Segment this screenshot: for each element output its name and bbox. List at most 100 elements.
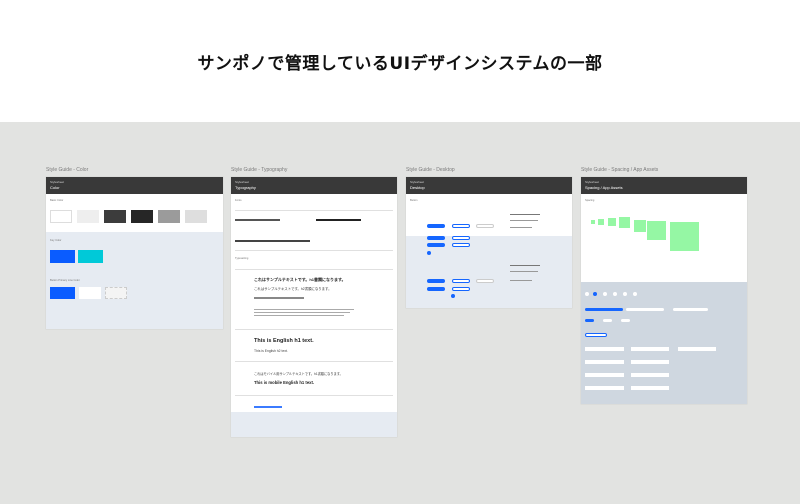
input-field[interactable] [585, 360, 624, 364]
section-key-label: Key Color [50, 239, 62, 242]
spacing-square [619, 217, 630, 228]
frame-header: Stylesheet Spacing / App Assets [581, 177, 747, 194]
frame-header: Stylesheet Color [46, 177, 223, 194]
font-sample-2 [316, 219, 361, 221]
frame-header-title: Desktop [410, 185, 425, 190]
jp-h2-sample: これはサンプルテキストです。h2書類になります。 [254, 287, 332, 291]
body-text-line [254, 315, 344, 317]
divider [235, 269, 393, 270]
text-line [510, 220, 538, 222]
secondary-button[interactable] [452, 287, 470, 291]
input-field[interactable] [678, 347, 716, 351]
frame-header-sub: Stylesheet [585, 180, 600, 184]
body-text-line [254, 309, 354, 311]
spacing-square [634, 220, 646, 232]
spacing-square [608, 218, 616, 226]
secondary-button[interactable] [452, 224, 470, 228]
spacing-square [591, 220, 595, 224]
spacing-square [598, 219, 604, 225]
frame-header-sub: Stylesheet [410, 180, 425, 184]
swatch-silver [185, 210, 207, 223]
frame-label-typography[interactable]: Style Guide - Typography [231, 167, 287, 173]
input-field[interactable] [585, 373, 624, 377]
font-sample-1 [235, 219, 280, 221]
icon-circle[interactable] [633, 292, 637, 296]
primary-button[interactable] [427, 287, 445, 291]
outline-button[interactable] [585, 333, 607, 337]
typography-lower-area [231, 412, 397, 437]
primary-button[interactable] [427, 279, 445, 283]
progress-bar [585, 308, 623, 311]
swatch-blue [50, 250, 75, 263]
body-text-line [254, 312, 350, 314]
primary-button[interactable] [427, 243, 445, 247]
input-bar[interactable] [626, 308, 664, 311]
text-line [510, 265, 540, 267]
frame-header: Stylesheet Desktop [406, 177, 572, 194]
radio-dot[interactable] [451, 294, 455, 298]
swatch-cyan [78, 250, 103, 263]
en-h1-sample: This is English h1 text. [254, 338, 314, 344]
swatch-dark [104, 210, 126, 223]
frame-header-sub: Stylesheet [50, 180, 65, 184]
toggle[interactable] [621, 319, 630, 322]
mobile-en-sample: This is mobile English h1 text. [254, 380, 315, 385]
input-field[interactable] [631, 373, 669, 377]
frame-header-title: Color [50, 185, 60, 190]
frame-label-spacing[interactable]: Style Guide - Spacing / App Assets [581, 167, 658, 173]
frame-spacing[interactable]: Stylesheet Spacing / App Assets Spacing [581, 177, 747, 404]
input-field[interactable] [631, 386, 669, 390]
icon-circle[interactable] [603, 292, 607, 296]
frame-color[interactable]: Stylesheet Color Basic Color Key Color B… [46, 177, 223, 329]
spacing-square [647, 221, 666, 240]
link-sample [254, 406, 282, 408]
frame-typography[interactable]: Stylesheet Typography Fonts Typesetting … [231, 177, 397, 437]
icon-circle[interactable] [585, 292, 589, 296]
swatch-button-line [105, 287, 127, 299]
section-button-label: Button Primary Line Color [50, 279, 80, 282]
text-line [510, 271, 538, 273]
frame-label-color[interactable]: Style Guide - Color [46, 167, 88, 173]
jp-h1-sample: これはサンプルテキストです。h1書類になります。 [254, 277, 346, 282]
icon-circle[interactable] [623, 292, 627, 296]
swatch-gray [158, 210, 180, 223]
tertiary-button[interactable] [476, 279, 494, 283]
secondary-button[interactable] [452, 279, 470, 283]
frame-header: Stylesheet Typography [231, 177, 397, 194]
swatch-light-gray [77, 210, 99, 223]
frame-header-sub: Stylesheet [235, 180, 250, 184]
section-button-label: Button [410, 199, 418, 202]
swatch-black [131, 210, 153, 223]
section-font-label: Fonts [235, 199, 242, 202]
secondary-button[interactable] [452, 243, 470, 247]
swatch-button-white [79, 287, 101, 299]
primary-button[interactable] [427, 224, 445, 228]
radio-dot[interactable] [427, 251, 431, 255]
input-field[interactable] [631, 360, 669, 364]
spacing-square [670, 222, 699, 251]
toggle[interactable] [603, 319, 612, 322]
frame-desktop[interactable]: Stylesheet Desktop Button [406, 177, 572, 308]
secondary-button[interactable] [452, 236, 470, 240]
frame-header-title: Typography [235, 185, 256, 190]
section-basic-label: Basic Color [50, 199, 64, 202]
frame-label-desktop[interactable]: Style Guide - Desktop [406, 167, 455, 173]
divider [235, 210, 393, 211]
divider [235, 395, 393, 396]
tertiary-button[interactable] [476, 224, 494, 228]
icon-circle[interactable] [593, 292, 597, 296]
page-title: サンポノで管理しているUIデザインシステムの一部 [197, 53, 603, 74]
divider [235, 250, 393, 251]
toggle[interactable] [585, 319, 594, 322]
divider [235, 361, 393, 362]
design-canvas[interactable]: Style Guide - Color Stylesheet Color Bas… [0, 122, 800, 504]
input-bar[interactable] [673, 308, 708, 311]
input-field[interactable] [585, 347, 624, 351]
text-line [510, 214, 540, 216]
input-field[interactable] [585, 386, 624, 390]
icon-circle[interactable] [613, 292, 617, 296]
input-field[interactable] [631, 347, 669, 351]
primary-button[interactable] [427, 236, 445, 240]
mobile-jp-sample: これはモバイル用サンプルテキストです。h1書類になります。 [254, 372, 343, 376]
text-line [510, 280, 532, 282]
